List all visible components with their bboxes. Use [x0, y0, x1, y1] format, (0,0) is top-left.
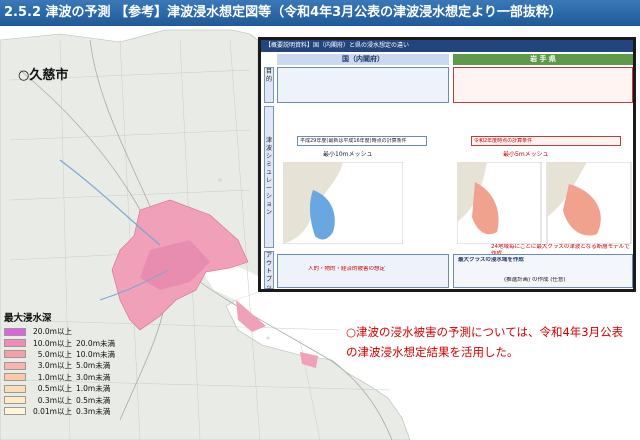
legend-high-label: 0.3m未満 — [76, 406, 111, 416]
comparison-panel: 【概要説明資料】国（内閣府）と県の浸水想定の違い 国（内閣府） 岩 手 県 目的… — [258, 37, 636, 292]
depth-legend: 最大浸水深 20.0m以上 10.0m以上 20.0m未満 5.0m以上 10.0m未満… — [4, 310, 122, 417]
legend-low-label: 5.0m以上 — [37, 349, 72, 359]
legend-high-label: 10.0m未満 — [76, 349, 116, 359]
national-model-box: 平成29年度(最新は平成16年度)時点の計算条件 — [297, 136, 427, 146]
legend-row: 5.0m以上 10.0m未満 — [4, 349, 122, 360]
legend-high-label: 5.0m未満 — [76, 361, 111, 371]
national-column-header: 国（内閣府） — [277, 54, 449, 65]
legend-low-label: 3.0m以上 — [37, 361, 72, 371]
prefecture-output2-label: (推進計画) の作成 (任意) — [504, 277, 566, 283]
side-label-purpose: 目的 — [264, 67, 274, 103]
legend-row: 3.0m以上 5.0m未満 — [4, 360, 122, 371]
legend-swatch — [4, 384, 26, 393]
legend-row: 0.01m以上 0.3m未満 — [4, 406, 122, 417]
national-output-label: 人的・物的・経済的被害の想定 — [308, 266, 386, 272]
side-label-simulation: 津波シミュレーション — [264, 106, 274, 248]
legend-low-label: 1.0m以上 — [37, 372, 72, 382]
legend-row: 0.3m以上 0.5m未満 — [4, 394, 122, 405]
prefecture-purpose-box — [453, 67, 633, 103]
city-label: ○久慈市 — [18, 68, 69, 83]
prefecture-model-label: 令和2年度時点の計算条件 — [474, 138, 533, 144]
page-header: 2.5.2 津波の予測 【参考】津波浸水想定図等（令和4年3月公表の津波浸水想定… — [0, 0, 640, 26]
legend-swatch — [4, 350, 26, 359]
national-model-label: 平成29年度(最新は平成16年度)時点の計算条件 — [300, 138, 407, 144]
prefecture-result-label: 最大クラスの浸水域を作成 — [458, 257, 524, 263]
prefecture-model-box: 令和2年度時点の計算条件 — [471, 136, 621, 146]
prefecture-column-header: 岩 手 県 — [453, 54, 633, 65]
panel-title: 【概要説明資料】国（内閣府）と県の浸水想定の違い — [261, 40, 633, 52]
legend-row: 10.0m以上 20.0m未満 — [4, 337, 122, 348]
national-mesh-label: 最小10mメッシュ — [323, 151, 373, 158]
national-thumbnail — [283, 162, 403, 244]
prefecture-output-box: 最大クラスの浸水域を作成 (推進計画) の作成 (任意) — [453, 254, 633, 288]
legend-title: 最大浸水深 — [4, 313, 52, 324]
explanation-note: ○津波の浸水被害の予測については、令和4年3月公表の津波浸水想定結果を活用した。 — [346, 325, 624, 359]
legend-high-label: 20.0m未満 — [76, 338, 116, 348]
legend-swatch — [4, 396, 26, 405]
legend-row: 20.0m以上 — [4, 326, 122, 337]
legend-low-label: 0.5m以上 — [37, 384, 72, 394]
legend-high-label: 1.0m未満 — [76, 384, 111, 394]
legend-rows: 20.0m以上 10.0m以上 20.0m未満 5.0m以上 10.0m未満 3.0m以上… — [4, 326, 122, 417]
legend-swatch — [4, 327, 26, 336]
legend-swatch — [4, 361, 26, 370]
legend-high-label: 0.5m未満 — [76, 395, 111, 405]
prefecture-thumbnails — [457, 162, 632, 244]
legend-swatch — [4, 373, 26, 382]
legend-low-label: 0.01m以上 — [32, 406, 72, 416]
legend-swatch — [4, 339, 26, 348]
national-output-box: 人的・物的・経済的被害の想定 — [277, 254, 449, 288]
prefecture-mesh-label: 最小5mメッシュ — [503, 151, 549, 158]
legend-row: 0.5m以上 1.0m未満 — [4, 383, 122, 394]
legend-low-label: 0.3m以上 — [37, 395, 72, 405]
side-label-output: アウトプット — [264, 251, 274, 291]
legend-row: 1.0m以上 3.0m未満 — [4, 372, 122, 383]
legend-low-label: 20.0m以上 — [32, 327, 72, 337]
national-purpose-box — [277, 67, 449, 103]
legend-low-label: 10.0m以上 — [32, 338, 72, 348]
legend-swatch — [4, 407, 26, 416]
legend-high-label: 3.0m未満 — [76, 372, 111, 382]
